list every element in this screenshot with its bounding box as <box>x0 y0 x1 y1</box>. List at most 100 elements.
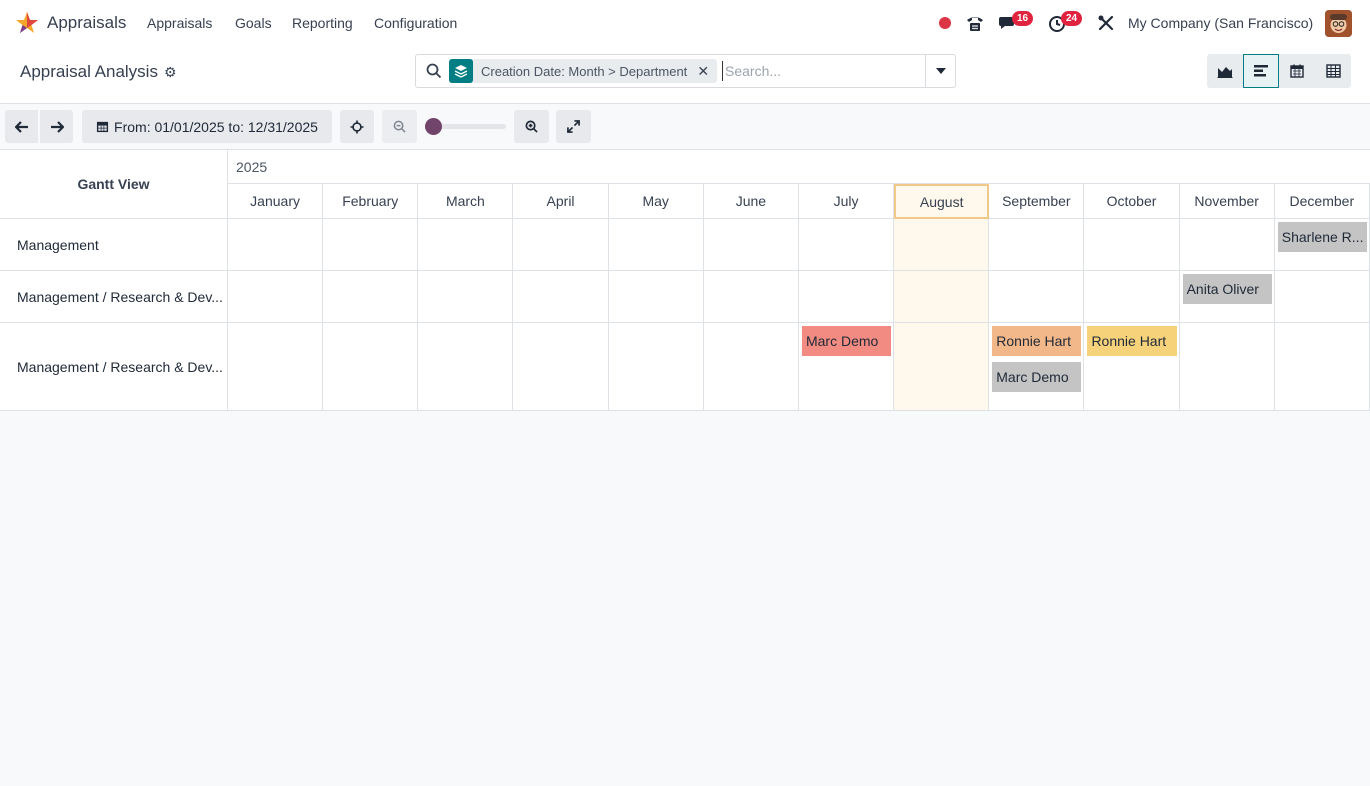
gantt-cell[interactable] <box>894 219 990 271</box>
user-avatar[interactable] <box>1325 10 1352 37</box>
arrow-left-icon <box>14 120 28 133</box>
gantt-cell[interactable] <box>1274 271 1370 323</box>
month-header-december: December <box>1274 184 1370 219</box>
gantt-cell[interactable] <box>323 323 419 411</box>
search-options-toggle[interactable] <box>925 55 955 87</box>
gantt-icon <box>1254 65 1268 77</box>
gantt-cell[interactable] <box>323 271 419 323</box>
gantt-cell[interactable] <box>608 323 704 411</box>
calendar-icon <box>96 121 109 133</box>
gantt-pill[interactable]: Ronnie Hart <box>992 326 1082 356</box>
date-range-button[interactable]: From: 01/01/2025 to: 12/31/2025 <box>82 110 332 143</box>
groupby-facet: Creation Date: Month > Department ✕ <box>449 59 718 83</box>
graph-view-button[interactable] <box>1207 54 1243 88</box>
gantt-cell[interactable] <box>228 219 324 271</box>
month-header-february: February <box>323 184 419 219</box>
gantt-cell[interactable] <box>703 323 799 411</box>
gantt-cell[interactable] <box>1084 219 1180 271</box>
calendar-icon <box>1290 64 1304 78</box>
focus-today-button[interactable] <box>340 110 374 143</box>
row-label[interactable]: Management <box>0 219 228 271</box>
gantt-cell[interactable] <box>418 219 514 271</box>
expand-icon <box>567 120 580 133</box>
arrow-right-icon <box>50 120 64 133</box>
month-header-july: July <box>798 184 895 219</box>
month-header-june: June <box>703 184 799 219</box>
gantt-cell[interactable] <box>1179 323 1275 411</box>
messages-badge: 16 <box>1012 11 1034 26</box>
calendar-view-button[interactable] <box>1279 54 1315 88</box>
gantt-cell[interactable] <box>798 219 895 271</box>
search-icon <box>426 63 442 79</box>
gantt-pill[interactable]: Ronnie Hart <box>1087 326 1177 356</box>
zoom-slider-track[interactable] <box>432 124 506 129</box>
next-period-button[interactable] <box>40 110 73 143</box>
month-header-march: March <box>418 184 514 219</box>
row-label[interactable]: Management / Research & Dev... <box>0 323 228 411</box>
month-header-november: November <box>1179 184 1275 219</box>
gantt-cell[interactable] <box>228 271 324 323</box>
facet-label: Creation Date: Month > Department <box>481 63 688 79</box>
menu-appraisals[interactable]: Appraisals <box>147 15 212 31</box>
debug-tools-icon[interactable] <box>1095 12 1117 34</box>
gantt-pill[interactable]: Anita Oliver <box>1182 274 1272 304</box>
caret-down-icon <box>935 68 946 74</box>
phone-icon[interactable] <box>964 12 986 34</box>
gantt-cell[interactable] <box>894 323 990 411</box>
gantt-cell[interactable] <box>1084 271 1180 323</box>
gantt-cell[interactable] <box>989 219 1085 271</box>
gantt-pill[interactable]: Marc Demo <box>992 362 1082 392</box>
month-header-september: September <box>989 184 1085 219</box>
search-bar[interactable]: Creation Date: Month > Department ✕ <box>415 54 956 88</box>
table-icon <box>1325 64 1341 78</box>
gantt-pill[interactable]: Marc Demo <box>801 326 892 356</box>
gantt-grid: Gantt View 2025 January February March Apri… <box>0 150 1370 411</box>
zoom-slider-handle[interactable] <box>425 118 442 135</box>
gantt-cell[interactable] <box>1179 219 1275 271</box>
layers-icon <box>449 59 473 83</box>
year-header: 2025 <box>228 150 1370 184</box>
company-switcher[interactable]: My Company (San Francisco) <box>1128 15 1313 31</box>
activities-badge: 24 <box>1061 11 1083 26</box>
recording-status-icon[interactable] <box>939 17 951 29</box>
gantt-cell[interactable] <box>894 271 990 323</box>
page-title: Appraisal Analysis <box>20 62 158 81</box>
top-navbar: Appraisals Appraisals Goals Reporting Co… <box>0 0 1370 46</box>
gantt-cell[interactable] <box>513 271 609 323</box>
appraisals-app-icon[interactable] <box>15 11 39 35</box>
menu-reporting[interactable]: Reporting <box>292 15 353 31</box>
gantt-cell[interactable] <box>228 323 324 411</box>
month-header-january: January <box>228 184 324 219</box>
row-label[interactable]: Management / Research & Dev... <box>0 271 228 323</box>
gantt-cell[interactable] <box>513 219 609 271</box>
gantt-cell[interactable] <box>703 271 799 323</box>
gantt-cell[interactable] <box>323 219 419 271</box>
app-title[interactable]: Appraisals <box>47 13 126 33</box>
month-header-may: May <box>608 184 704 219</box>
month-header-april: April <box>513 184 609 219</box>
gantt-cell[interactable] <box>608 219 704 271</box>
previous-period-button[interactable] <box>5 110 38 143</box>
month-header-august: August <box>894 184 990 219</box>
view-switcher <box>1207 54 1351 88</box>
gantt-cell[interactable] <box>513 323 609 411</box>
gear-icon[interactable]: ⚙ <box>164 64 177 81</box>
gantt-cell[interactable] <box>418 323 514 411</box>
expand-button[interactable] <box>556 110 591 143</box>
menu-configuration[interactable]: Configuration <box>374 15 457 31</box>
pivot-view-button[interactable] <box>1315 54 1351 88</box>
gantt-cell[interactable] <box>989 271 1085 323</box>
gantt-cell[interactable] <box>608 271 704 323</box>
zoom-in-button[interactable] <box>514 110 549 143</box>
gantt-cell[interactable] <box>798 271 895 323</box>
remove-facet-close-icon[interactable]: ✕ <box>697 63 717 80</box>
gantt-cell[interactable] <box>418 271 514 323</box>
gantt-cell[interactable] <box>1274 323 1370 411</box>
gantt-view-button[interactable] <box>1243 54 1279 88</box>
zoom-out-icon <box>393 120 406 133</box>
menu-goals[interactable]: Goals <box>235 15 272 31</box>
search-input[interactable] <box>722 61 922 81</box>
zoom-out-button[interactable] <box>382 110 417 143</box>
gantt-pill[interactable]: Sharlene R... <box>1277 222 1367 252</box>
gantt-cell[interactable] <box>703 219 799 271</box>
